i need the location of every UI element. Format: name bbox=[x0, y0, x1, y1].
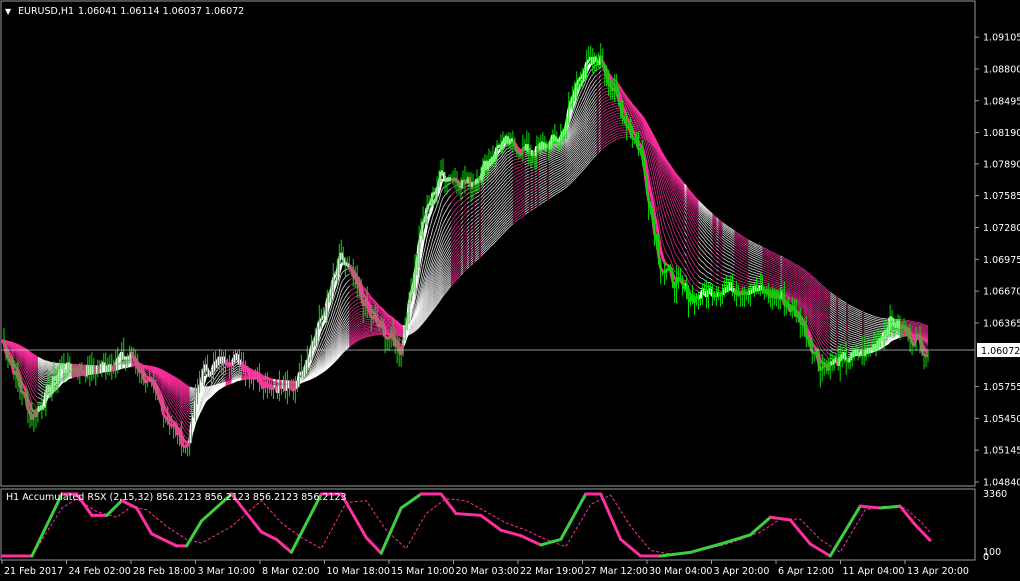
ribbon-segment bbox=[512, 153, 515, 155]
ribbon-segment bbox=[516, 161, 519, 163]
ribbon-segment bbox=[554, 150, 557, 152]
trading-chart[interactable]: 1.091051.088001.084951.081901.078901.075… bbox=[0, 0, 1020, 581]
ribbon-segment bbox=[838, 343, 841, 345]
ribbon-segment bbox=[419, 240, 425, 253]
ribbon-segment bbox=[322, 319, 327, 325]
ribbon-segment bbox=[554, 148, 557, 151]
ribbon-segment bbox=[659, 249, 665, 258]
ribbon-segment bbox=[647, 182, 653, 193]
ribbon-segment bbox=[518, 163, 521, 165]
ribbon-segment bbox=[271, 380, 274, 383]
ribbon-segment bbox=[813, 345, 818, 350]
ribbon-segment bbox=[649, 191, 655, 203]
ribbon-segment bbox=[409, 300, 415, 310]
ribbon-segment bbox=[600, 69, 603, 72]
